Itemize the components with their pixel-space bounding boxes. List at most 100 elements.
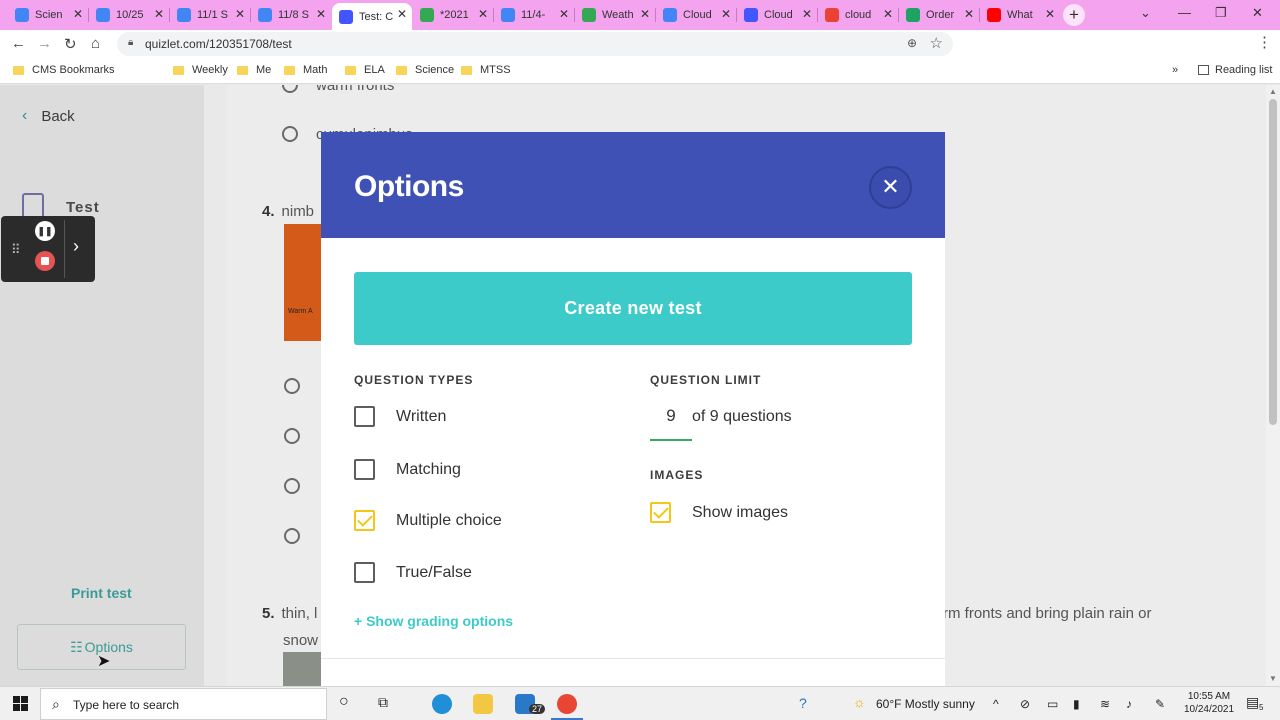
wifi-icon[interactable]: ≋	[1100, 697, 1110, 711]
bookmark-folder[interactable]: Science	[396, 64, 454, 76]
tab-search-icon[interactable]: ⌄	[1140, 5, 1151, 21]
checkbox[interactable]	[354, 510, 375, 531]
chrome-icon[interactable]	[557, 694, 577, 714]
file-explorer-icon[interactable]	[473, 694, 493, 714]
taskbar-search-input[interactable]: ⌕ Type here to search	[40, 688, 327, 720]
tab-close-icon[interactable]: ✕	[316, 7, 326, 21]
browser-tab[interactable]: cloud ✕	[818, 3, 898, 27]
show-images-option[interactable]: Show images	[650, 502, 788, 523]
browser-tab[interactable]: Cloud ✕	[656, 3, 736, 27]
forward-arrow-icon[interactable]: →	[37, 35, 52, 52]
reload-icon[interactable]: ↻	[64, 35, 77, 53]
system-clock[interactable]: 10:55 AM 10/24/2021	[1180, 690, 1238, 716]
tab-close-icon[interactable]: ✕	[154, 7, 164, 21]
question-type-written[interactable]: Written	[354, 406, 446, 427]
meet-icon[interactable]: ▭	[1047, 697, 1058, 711]
create-new-test-button[interactable]: Create new test	[354, 272, 912, 345]
windows-start-icon[interactable]	[13, 696, 29, 712]
question-type-multiple-choice[interactable]: Multiple choice	[354, 510, 502, 531]
browser-tab[interactable]: 11/8 S ✕	[251, 3, 331, 27]
bookmark-folder[interactable]: CMS Bookmarks	[13, 64, 115, 76]
edge-icon[interactable]	[432, 694, 452, 714]
more-bookmarks-icon[interactable]: »	[1172, 64, 1178, 76]
checkbox-label: Matching	[396, 460, 461, 478]
back-link[interactable]: ‹ Back	[22, 107, 75, 125]
checkbox[interactable]	[354, 459, 375, 480]
cortana-icon[interactable]: ○	[339, 693, 349, 711]
tab-close-icon[interactable]: ✕	[883, 7, 893, 21]
pen-icon[interactable]: ✎	[1155, 697, 1165, 711]
show-grading-options-link[interactable]: + Show grading options	[354, 613, 513, 629]
browser-tab[interactable]: What ✕	[980, 3, 1060, 27]
sync-icon[interactable]: ⊘	[1020, 697, 1030, 711]
tab-close-icon[interactable]: ✕	[235, 7, 245, 21]
print-test-link[interactable]: Print test	[71, 585, 132, 601]
browser-tab[interactable]: Test: C ✕	[332, 3, 412, 30]
scroll-thumb[interactable]	[1269, 99, 1277, 425]
pause-icon[interactable]: ❚❚	[35, 221, 55, 241]
browser-tab[interactable]: Order ✕	[899, 3, 979, 27]
tab-close-icon[interactable]: ✕	[559, 7, 569, 21]
checkbox[interactable]	[354, 562, 375, 583]
question-type-matching[interactable]: Matching	[354, 459, 461, 480]
chevron-right-icon[interactable]: ›	[73, 236, 79, 257]
weather-text[interactable]: 60°F Mostly sunny	[876, 697, 975, 711]
close-icon[interactable]: ✕	[869, 166, 912, 209]
answer-radio[interactable]	[284, 428, 300, 444]
scroll-down-icon[interactable]: ▼	[1269, 674, 1277, 683]
answer-radio[interactable]	[282, 126, 298, 142]
bookmark-folder[interactable]: ELA	[345, 64, 385, 76]
bookmark-folder[interactable]: Math	[284, 64, 327, 76]
checkbox[interactable]	[354, 406, 375, 427]
question-type-true-false[interactable]: True/False	[354, 562, 472, 583]
tab-close-icon[interactable]: ✕	[397, 7, 407, 21]
drag-handle-icon[interactable]: ⠿	[11, 242, 21, 258]
browser-tab[interactable]: Scien ✕	[8, 3, 88, 27]
task-view-icon[interactable]: ⧉	[378, 694, 388, 711]
checkbox[interactable]	[650, 502, 671, 523]
new-tab-button[interactable]: +	[1063, 4, 1085, 26]
more-menu-icon[interactable]: ⋮	[1257, 33, 1272, 51]
address-bar[interactable]: 🔒︎ quizlet.com/120351708/test ⊕ ☆	[117, 32, 953, 56]
minimize-button[interactable]: —	[1178, 5, 1191, 20]
volume-icon[interactable]: ♪	[1126, 697, 1132, 711]
browser-tab[interactable]: 10/25 ✕	[89, 3, 169, 27]
tab-close-icon[interactable]: ✕	[73, 7, 83, 21]
scroll-up-icon[interactable]: ▲	[1269, 87, 1277, 96]
reading-list-button[interactable]: Reading list	[1198, 64, 1272, 76]
notifications-icon[interactable]: ▤	[1246, 694, 1259, 711]
restore-button[interactable]: ❐	[1215, 5, 1227, 21]
tab-close-icon[interactable]: ✕	[640, 7, 650, 21]
browser-tab[interactable]: *2021 ✕	[413, 3, 493, 27]
tab-close-icon[interactable]: ✕	[478, 7, 488, 21]
browser-tab[interactable]: Cloud ✕	[737, 3, 817, 27]
battery-icon[interactable]: ▮	[1073, 697, 1080, 711]
url-text[interactable]: quizlet.com/120351708/test	[145, 37, 292, 51]
browser-tab[interactable]: 11/4- ✕	[494, 3, 574, 27]
close-window-button[interactable]: ✕	[1252, 5, 1263, 21]
stop-icon[interactable]	[35, 251, 55, 271]
browser-tab[interactable]: 11/1 S ✕	[170, 3, 250, 27]
tab-close-icon[interactable]: ✕	[1045, 7, 1055, 21]
answer-radio[interactable]	[284, 378, 300, 394]
folder-icon	[13, 65, 24, 75]
tab-close-icon[interactable]: ✕	[721, 7, 731, 21]
zoom-icon[interactable]: ⊕	[907, 36, 917, 50]
tab-close-icon[interactable]: ✕	[964, 7, 974, 21]
bookmark-star-icon[interactable]: ☆	[930, 34, 943, 52]
page-scrollbar[interactable]: ▲ ▼	[1266, 85, 1280, 686]
question-limit-input[interactable]: 9	[650, 406, 692, 441]
answer-radio[interactable]	[284, 478, 300, 494]
browser-tab[interactable]: Weath ✕	[575, 3, 655, 27]
bookmark-folder[interactable]: Weekly	[173, 64, 228, 76]
bookmark-folder[interactable]: MTSS	[461, 64, 511, 76]
home-icon[interactable]: ⌂	[91, 35, 100, 52]
chevron-left-icon: ‹	[22, 107, 28, 124]
weather-icon[interactable]: ☼	[853, 694, 866, 710]
answer-radio[interactable]	[284, 528, 300, 544]
tab-close-icon[interactable]: ✕	[802, 7, 812, 21]
back-arrow-icon[interactable]: ←	[11, 35, 26, 52]
chevron-up-icon[interactable]: ^	[993, 697, 999, 711]
help-icon[interactable]: ?	[799, 695, 807, 711]
bookmark-folder[interactable]: Me	[237, 64, 271, 76]
